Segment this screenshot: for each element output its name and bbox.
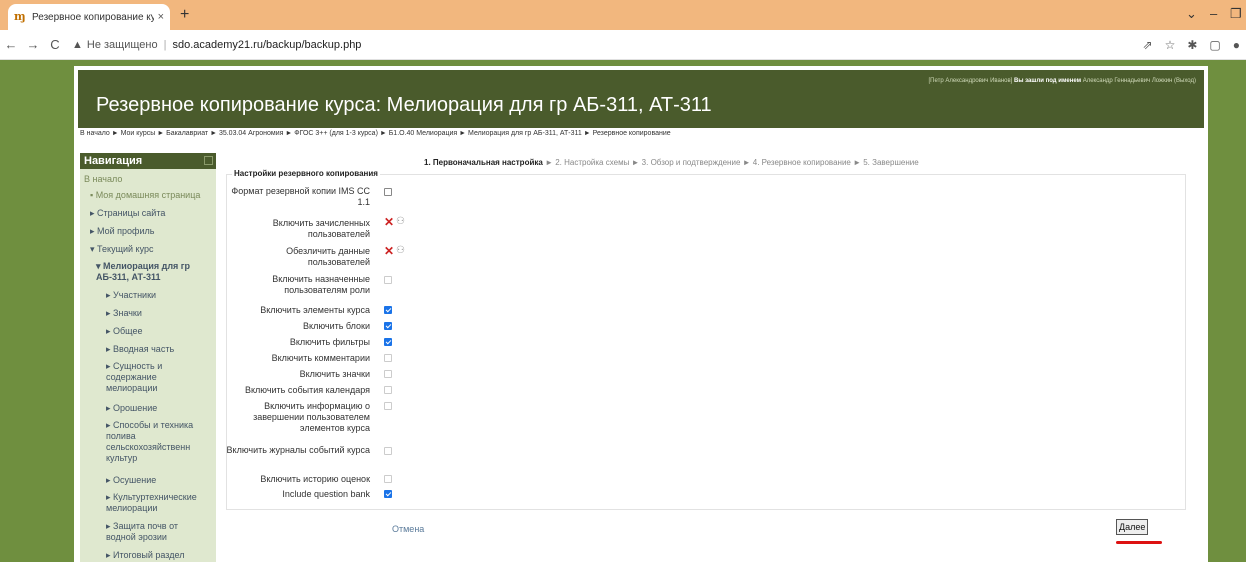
nav-item-drainage[interactable]: ▸ Осушение <box>106 475 156 486</box>
setting-label-anonymize: Обезличить данные пользователей <box>286 246 370 267</box>
page-container: [Петр Александрович Иванов] Вы зашли под… <box>74 66 1208 562</box>
setting-label-completion: Включить информацию о завершении пользов… <box>253 401 370 433</box>
nav-item-irrigation[interactable]: ▸ Орошение <box>106 403 157 414</box>
checkbox-question-bank[interactable] <box>384 490 392 498</box>
setting-label-filters: Включить фильтры <box>289 337 370 347</box>
forward-button[interactable]: → <box>22 37 44 52</box>
nav-item-general[interactable]: ▸ Общее <box>106 326 143 337</box>
nav-item-course[interactable]: ▾ Мелиорация для гр АБ-311, АТ-311 <box>96 261 208 283</box>
settings-fieldset <box>226 174 1186 510</box>
locked-x-icon: ✕ <box>384 215 395 229</box>
reload-button[interactable]: C <box>44 37 66 52</box>
nav-item-final[interactable]: ▸ Итоговый раздел <box>106 550 184 561</box>
navigation-block: Навигация В начало ▪ Моя домашняя страни… <box>80 153 216 562</box>
cancel-button[interactable]: Отмена <box>392 524 424 534</box>
url-text: sdo.academy21.ru/backup/backup.php <box>172 38 362 51</box>
nav-item-dashboard[interactable]: ▪ Моя домашняя страница <box>90 190 200 201</box>
annotation-underline <box>1116 541 1162 544</box>
page-title: Резервное копирование курса: Мелиорация … <box>96 94 712 116</box>
setting-label-imscc: Формат резервной копии IMS CC 1.1 <box>231 186 370 207</box>
nav-item-cultural[interactable]: ▸ Культуртехнические мелиорации <box>106 492 216 514</box>
tab-title: Резервное копирование курса <box>32 11 154 23</box>
setting-label-users: Включить зачисленных пользователей <box>272 218 370 239</box>
address-bar-icons: ⇗ ☆ ✱ ▢ ● <box>1143 38 1240 52</box>
breadcrumb[interactable]: В начало ► Мои курсы ► Бакалавриат ► 35.… <box>80 130 671 137</box>
checkbox-activities[interactable] <box>384 306 392 314</box>
nav-item-badges[interactable]: ▸ Значки <box>106 308 142 319</box>
checkbox-comments <box>384 354 392 362</box>
nav-item-intro[interactable]: ▸ Вводная часть <box>106 344 174 355</box>
share-icon[interactable]: ⇗ <box>1143 38 1153 52</box>
checkbox-roles <box>384 276 392 284</box>
collapse-block-icon[interactable] <box>204 156 213 165</box>
moodle-favicon-icon: ɱ <box>14 10 26 23</box>
backup-steps: 1. Первоначальная настройка ► 2. Настрой… <box>424 158 919 167</box>
page-header: [Петр Александрович Иванов] Вы зашли под… <box>78 70 1204 128</box>
logout-link[interactable]: (Выход) <box>1174 78 1196 84</box>
nav-item-site-pages[interactable]: ▸ Страницы сайта <box>90 208 165 219</box>
nav-item-profile[interactable]: ▸ Мой профиль <box>90 226 154 237</box>
setting-label-activities: Включить элементы курса <box>260 305 370 315</box>
tab-search-icon[interactable]: ⌄ <box>1186 6 1197 22</box>
nav-item-participants[interactable]: ▸ Участники <box>106 290 156 301</box>
navigation-title-text: Навигация <box>84 155 143 167</box>
url-field[interactable]: ▲ Не защищено | sdo.academy21.ru/backup/… <box>72 39 361 51</box>
url-separator: | <box>163 38 167 51</box>
checkbox-badges <box>384 370 392 378</box>
nav-item-current-course[interactable]: ▾ Текущий курс <box>90 244 153 255</box>
setting-label-badges: Включить значки <box>299 369 370 379</box>
nav-item-home[interactable]: В начало <box>84 174 122 185</box>
checkbox-imscc[interactable] <box>384 188 392 196</box>
checkbox-completion <box>384 402 392 410</box>
checkbox-grade-history <box>384 475 392 483</box>
real-user-link[interactable]: [Петр Александрович Иванов] <box>929 78 1013 84</box>
setting-label-roles: Включить назначенные пользователям роли <box>272 274 370 295</box>
login-as-user-link[interactable]: Александр Геннадьевич Ложкин <box>1083 78 1173 84</box>
setting-label-blocks: Включить блоки <box>303 321 370 331</box>
new-tab-button[interactable]: + <box>180 6 189 24</box>
users-lock-icon: ⚇ <box>396 245 405 256</box>
browser-tab[interactable]: ɱ Резервное копирование курса × <box>8 4 170 30</box>
current-step: 1. Первоначальная настройка <box>424 158 543 167</box>
nav-item-methods[interactable]: ▸ Способы и техника полива сельскохозяйс… <box>106 420 212 464</box>
browser-tab-bar: ɱ Резервное копирование курса × + ⌄ – ❐ <box>0 0 1246 30</box>
close-icon[interactable]: × <box>158 11 164 23</box>
back-button[interactable]: ← <box>0 37 22 52</box>
locked-x-icon: ✕ <box>384 244 395 258</box>
users-lock-icon: ⚇ <box>396 216 405 227</box>
checkbox-filters[interactable] <box>384 338 392 346</box>
security-label: Не защищено <box>86 38 158 51</box>
setting-label-calendar: Включить события календаря <box>244 385 370 395</box>
checkbox-blocks[interactable] <box>384 322 392 330</box>
minimize-icon[interactable]: – <box>1210 6 1217 21</box>
nav-item-erosion[interactable]: ▸ Защита почв от водной эрозии <box>106 521 196 543</box>
nav-item-essence[interactable]: ▸ Сущность и содержание мелиорации <box>106 361 186 394</box>
profile-icon[interactable]: ● <box>1233 38 1240 52</box>
navigation-title: Навигация <box>80 153 216 169</box>
settings-legend: Настройки резервного копирования <box>232 169 380 178</box>
checkbox-calendar <box>384 386 392 394</box>
address-bar: ← → C ▲ Не защищено | sdo.academy21.ru/b… <box>0 30 1246 60</box>
login-info: [Петр Александрович Иванов] Вы зашли под… <box>929 78 1196 84</box>
sidebar-icon[interactable]: ▢ <box>1209 38 1220 52</box>
setting-label-logs: Включить журналы событий курса <box>226 445 370 455</box>
remaining-steps: ► 2. Настройка схемы ► 3. Обзор и подтве… <box>545 158 919 167</box>
checkbox-logs <box>384 447 392 455</box>
setting-label-comments: Включить комментарии <box>271 353 370 363</box>
restore-icon[interactable]: ❐ <box>1230 6 1242 22</box>
login-as-label: Вы зашли под именем <box>1014 78 1082 84</box>
setting-label-question-bank: Include question bank <box>282 489 370 499</box>
setting-label-grade-history: Включить историю оценок <box>260 474 370 484</box>
extensions-icon[interactable]: ✱ <box>1187 38 1197 52</box>
next-button[interactable]: Далее <box>1116 519 1149 535</box>
bookmark-star-icon[interactable]: ☆ <box>1165 38 1176 52</box>
warning-icon: ▲ <box>72 38 83 51</box>
